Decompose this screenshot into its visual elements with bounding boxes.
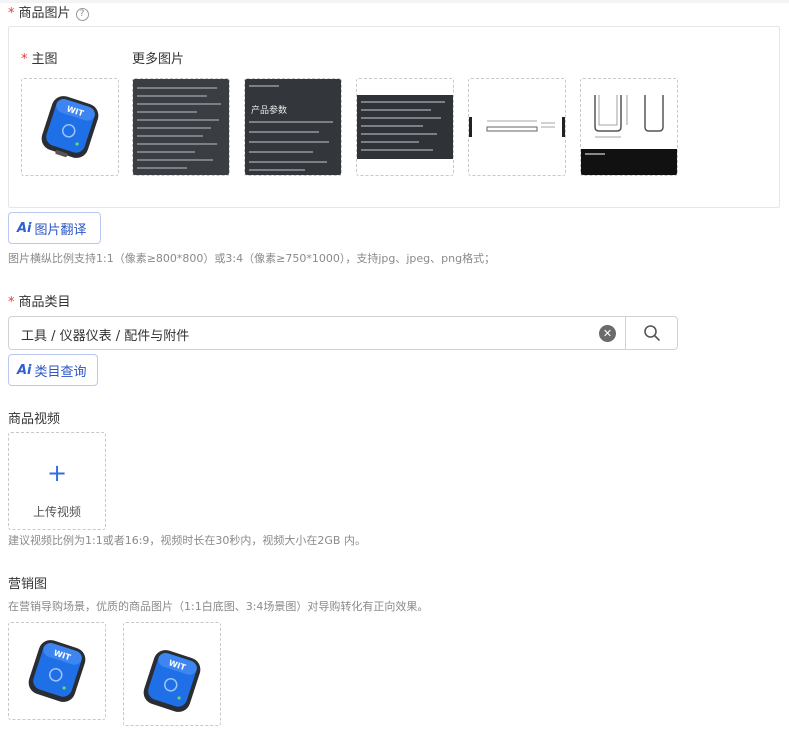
more-image-slot[interactable] — [132, 78, 230, 176]
category-value: 工具 / 仪器仪表 / 配件与附件 — [21, 329, 190, 344]
upload-video-button[interactable]: + 上传视频 — [8, 432, 106, 530]
ai-category-query-button[interactable]: Ai 类目查询 — [8, 354, 98, 386]
marketing-image-slot-portrait[interactable]: WIT — [123, 622, 221, 726]
help-icon[interactable]: ? — [75, 7, 89, 21]
clear-icon[interactable]: ✕ — [599, 325, 616, 342]
main-image-label: * 主图 — [21, 52, 58, 67]
images-section-title: * 商品图片? — [8, 2, 89, 21]
spec-table-image-2: 产品参数 — [245, 79, 341, 175]
more-image-slot[interactable] — [580, 78, 678, 176]
product-sensor-icon: WIT — [28, 640, 86, 702]
video-hint: 建议视频比例为1:1或者16:9，视频时长在30秒内，视频大小在2GB 内。 — [8, 534, 366, 547]
required-mark: * — [8, 6, 15, 21]
more-images-label: 更多图片 — [132, 52, 185, 67]
more-image-slot[interactable]: 产品参数 — [244, 78, 342, 176]
video-section-title: 商品视频 — [8, 412, 61, 427]
marketing-section-title: 营销图 — [8, 577, 48, 592]
dimension-drawing-image-2 — [581, 95, 677, 175]
top-divider — [0, 0, 789, 3]
plus-icon: + — [46, 459, 68, 487]
spec-table-image-3 — [357, 95, 453, 159]
ai-icon: Ai — [17, 362, 32, 378]
category-select[interactable]: 工具 / 仪器仪表 / 配件与附件 ✕ — [8, 316, 678, 350]
product-sensor-icon: WIT — [143, 650, 201, 712]
ai-image-translate-button[interactable]: Ai 图片翻译 — [8, 212, 101, 244]
image-format-hint: 图片横纵比例支持1:1（像素≥800*800）或3:4（像素≥750*1000）… — [8, 252, 496, 265]
image-panel: * 主图 更多图片 WIT 产品参数 — [8, 26, 780, 208]
spec-table-image-1 — [133, 79, 229, 175]
category-search-button[interactable] — [625, 316, 678, 350]
category-section-title: * 商品类目 — [8, 295, 71, 310]
ai-icon: Ai — [17, 220, 32, 236]
main-image-slot[interactable]: WIT — [21, 78, 119, 176]
more-image-slot[interactable] — [356, 78, 454, 176]
product-sensor-icon: WIT — [41, 96, 99, 158]
marketing-image-slot-square[interactable]: WIT — [8, 622, 106, 720]
search-icon — [644, 325, 660, 341]
marketing-hint: 在营销导购场景，优质的商品图片（1:1白底图、3:4场景图）对导购转化有正向效果… — [8, 600, 429, 613]
more-image-slot[interactable] — [468, 78, 566, 176]
dimension-drawing-image-1 — [469, 117, 565, 137]
